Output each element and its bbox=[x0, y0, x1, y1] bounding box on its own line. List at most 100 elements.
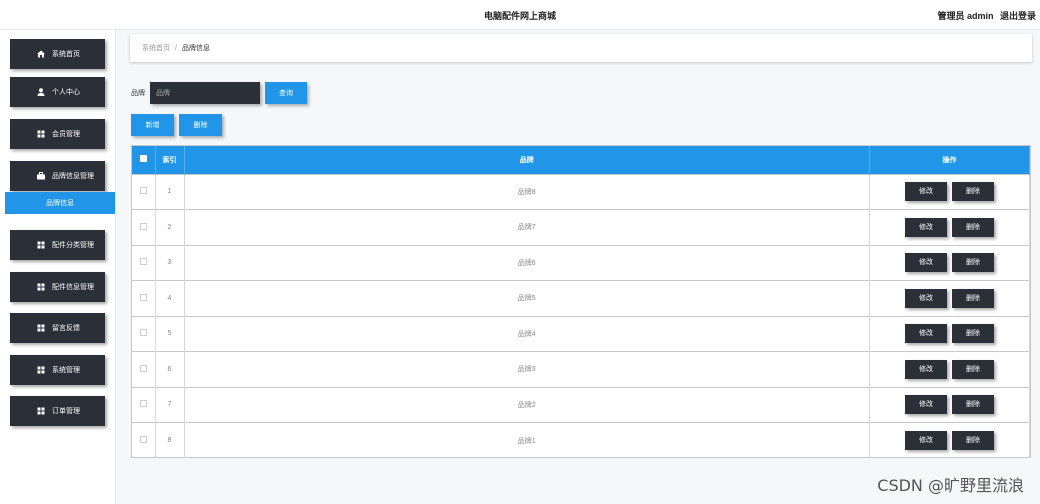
row-checkbox-cell bbox=[132, 245, 156, 281]
site-title: 电脑配件网上商城 bbox=[483, 11, 556, 21]
delete-button[interactable]: 删除 bbox=[952, 217, 994, 237]
logout-link[interactable]: 退出登录 bbox=[1000, 11, 1036, 21]
sidebar-item-parts-management[interactable]: 配件信息管理 bbox=[10, 272, 105, 302]
delete-button[interactable]: 删除 bbox=[952, 395, 994, 415]
edit-button[interactable]: 修改 bbox=[905, 288, 947, 308]
table-header-row: 索引 品牌 操作 bbox=[132, 146, 1030, 174]
sidebar-item-label: 系统管理 bbox=[52, 367, 80, 374]
row-checkbox-cell bbox=[132, 422, 156, 458]
table-row: 3 品牌6 修改 删除 bbox=[132, 245, 1030, 281]
grid-icon bbox=[37, 366, 45, 374]
delete-button[interactable]: 删除 bbox=[952, 324, 994, 344]
row-ops: 修改 删除 bbox=[869, 280, 1030, 316]
sidebar-item-label: 个人中心 bbox=[52, 89, 80, 96]
user-role: 管理员 admin bbox=[937, 11, 994, 21]
sidebar-item-system[interactable]: 系统管理 bbox=[10, 355, 105, 385]
row-checkbox[interactable] bbox=[139, 436, 147, 443]
edit-button[interactable]: 修改 bbox=[905, 359, 947, 379]
search-row: 品牌 查询 bbox=[131, 82, 307, 104]
row-ops: 修改 删除 bbox=[869, 316, 1030, 352]
row-brand: 品牌2 bbox=[184, 387, 870, 423]
breadcrumb-separator: / bbox=[175, 44, 177, 52]
grid-icon bbox=[37, 407, 45, 415]
sidebar-item-label: 系统首页 bbox=[52, 51, 80, 58]
briefcase-icon bbox=[37, 172, 45, 180]
table-row: 8 品牌1 修改 删除 bbox=[132, 422, 1030, 458]
header-checkbox-cell bbox=[132, 146, 156, 174]
top-bar: 电脑配件网上商城 管理员 admin 退出登录 bbox=[0, 0, 1040, 30]
delete-button[interactable]: 删除 bbox=[952, 431, 994, 450]
query-button[interactable]: 查询 bbox=[265, 82, 307, 104]
table-row: 1 品牌8 修改 删除 bbox=[132, 174, 1030, 210]
select-all-checkbox[interactable] bbox=[139, 155, 147, 163]
row-checkbox[interactable] bbox=[139, 293, 147, 301]
row-index: 3 bbox=[155, 245, 185, 281]
row-checkbox[interactable] bbox=[139, 187, 147, 195]
row-checkbox[interactable] bbox=[139, 400, 147, 408]
breadcrumb-current: 品牌信息 bbox=[181, 45, 210, 52]
row-ops: 修改 删除 bbox=[869, 245, 1030, 281]
breadcrumb-home[interactable]: 系统首页 bbox=[142, 43, 170, 53]
sidebar-subitem-brand-info[interactable]: 品牌信息 bbox=[5, 192, 115, 214]
home-icon bbox=[37, 50, 45, 58]
sidebar-item-label: 品牌信息管理 bbox=[52, 173, 94, 180]
row-checkbox[interactable] bbox=[139, 222, 147, 230]
sidebar-item-label: 配件信息管理 bbox=[52, 284, 94, 291]
sidebar-item-feedback[interactable]: 留言反馈 bbox=[10, 313, 105, 343]
row-ops: 修改 删除 bbox=[869, 209, 1030, 245]
delete-button[interactable]: 删除 bbox=[952, 182, 994, 202]
edit-button[interactable]: 修改 bbox=[905, 431, 947, 450]
header-brand: 品牌 bbox=[184, 146, 870, 174]
row-ops: 修改 删除 bbox=[869, 174, 1030, 210]
table-row: 6 品牌3 修改 删除 bbox=[132, 351, 1030, 387]
grid-icon bbox=[37, 130, 45, 138]
add-button[interactable]: 新增 bbox=[131, 114, 174, 136]
row-ops: 修改 删除 bbox=[869, 351, 1030, 387]
edit-button[interactable]: 修改 bbox=[905, 324, 947, 344]
sidebar-item-category-management[interactable]: 配件分类管理 bbox=[10, 230, 105, 260]
row-index: 5 bbox=[155, 316, 185, 352]
row-checkbox[interactable] bbox=[139, 329, 147, 337]
delete-button[interactable]: 删除 bbox=[952, 253, 994, 273]
delete-button[interactable]: 删除 bbox=[952, 288, 994, 308]
row-checkbox-cell bbox=[132, 209, 156, 245]
sidebar-item-label: 留言反馈 bbox=[52, 325, 80, 332]
edit-button[interactable]: 修改 bbox=[905, 395, 947, 415]
row-ops: 修改 删除 bbox=[869, 387, 1030, 423]
watermark: CSDN @旷野里流浪 bbox=[877, 476, 1024, 495]
edit-button[interactable]: 修改 bbox=[905, 217, 947, 237]
edit-button[interactable]: 修改 bbox=[905, 253, 947, 273]
sidebar-item-orders[interactable]: 订单管理 bbox=[10, 396, 105, 426]
row-brand: 品牌6 bbox=[184, 245, 870, 281]
main-content: 系统首页 / 品牌信息 品牌 查询 新增 删除 索引 品牌 操作 1品牌8修改删… bbox=[116, 30, 1040, 504]
sidebar-item-profile[interactable]: 个人中心 bbox=[10, 77, 105, 107]
row-checkbox-cell bbox=[132, 316, 156, 352]
row-brand: 品牌3 bbox=[184, 351, 870, 387]
sidebar-item-label: 订单管理 bbox=[52, 408, 80, 415]
batch-delete-button[interactable]: 删除 bbox=[179, 114, 222, 136]
row-index: 1 bbox=[155, 174, 185, 210]
row-checkbox[interactable] bbox=[139, 364, 147, 372]
brand-search-input[interactable] bbox=[150, 82, 260, 104]
row-index: 2 bbox=[155, 209, 185, 245]
row-checkbox[interactable] bbox=[139, 258, 147, 266]
sidebar-item-home[interactable]: 系统首页 bbox=[10, 39, 105, 69]
table-row: 7 品牌2 修改 删除 bbox=[132, 387, 1030, 423]
row-brand: 品牌7 bbox=[184, 209, 870, 245]
grid-icon bbox=[37, 324, 45, 332]
row-brand: 品牌5 bbox=[184, 280, 870, 316]
edit-button[interactable]: 修改 bbox=[905, 182, 947, 202]
user-icon bbox=[37, 88, 45, 96]
row-checkbox-cell bbox=[132, 280, 156, 316]
row-brand: 品牌8 bbox=[184, 174, 870, 210]
header-index: 索引 bbox=[155, 146, 185, 174]
brand-table: 索引 品牌 操作 1 品牌8 修改 删除 2 品牌7 修改 删除 3 品牌6 修改 删除 4 品牌5 修改删… bbox=[131, 145, 1031, 458]
delete-button[interactable]: 删除 bbox=[952, 359, 994, 379]
row-brand: 品牌4 bbox=[184, 316, 870, 352]
grid-icon bbox=[37, 283, 45, 291]
sidebar: 系统首页 个人中心 会员管理 品牌信息管理 品牌信息 配件分类管理 配件信息管理… bbox=[0, 30, 116, 504]
row-index: 8 bbox=[155, 422, 185, 458]
sidebar-item-brand-management[interactable]: 品牌信息管理 bbox=[10, 161, 105, 191]
sidebar-item-members[interactable]: 会员管理 bbox=[10, 119, 105, 149]
row-checkbox-cell bbox=[132, 387, 156, 423]
